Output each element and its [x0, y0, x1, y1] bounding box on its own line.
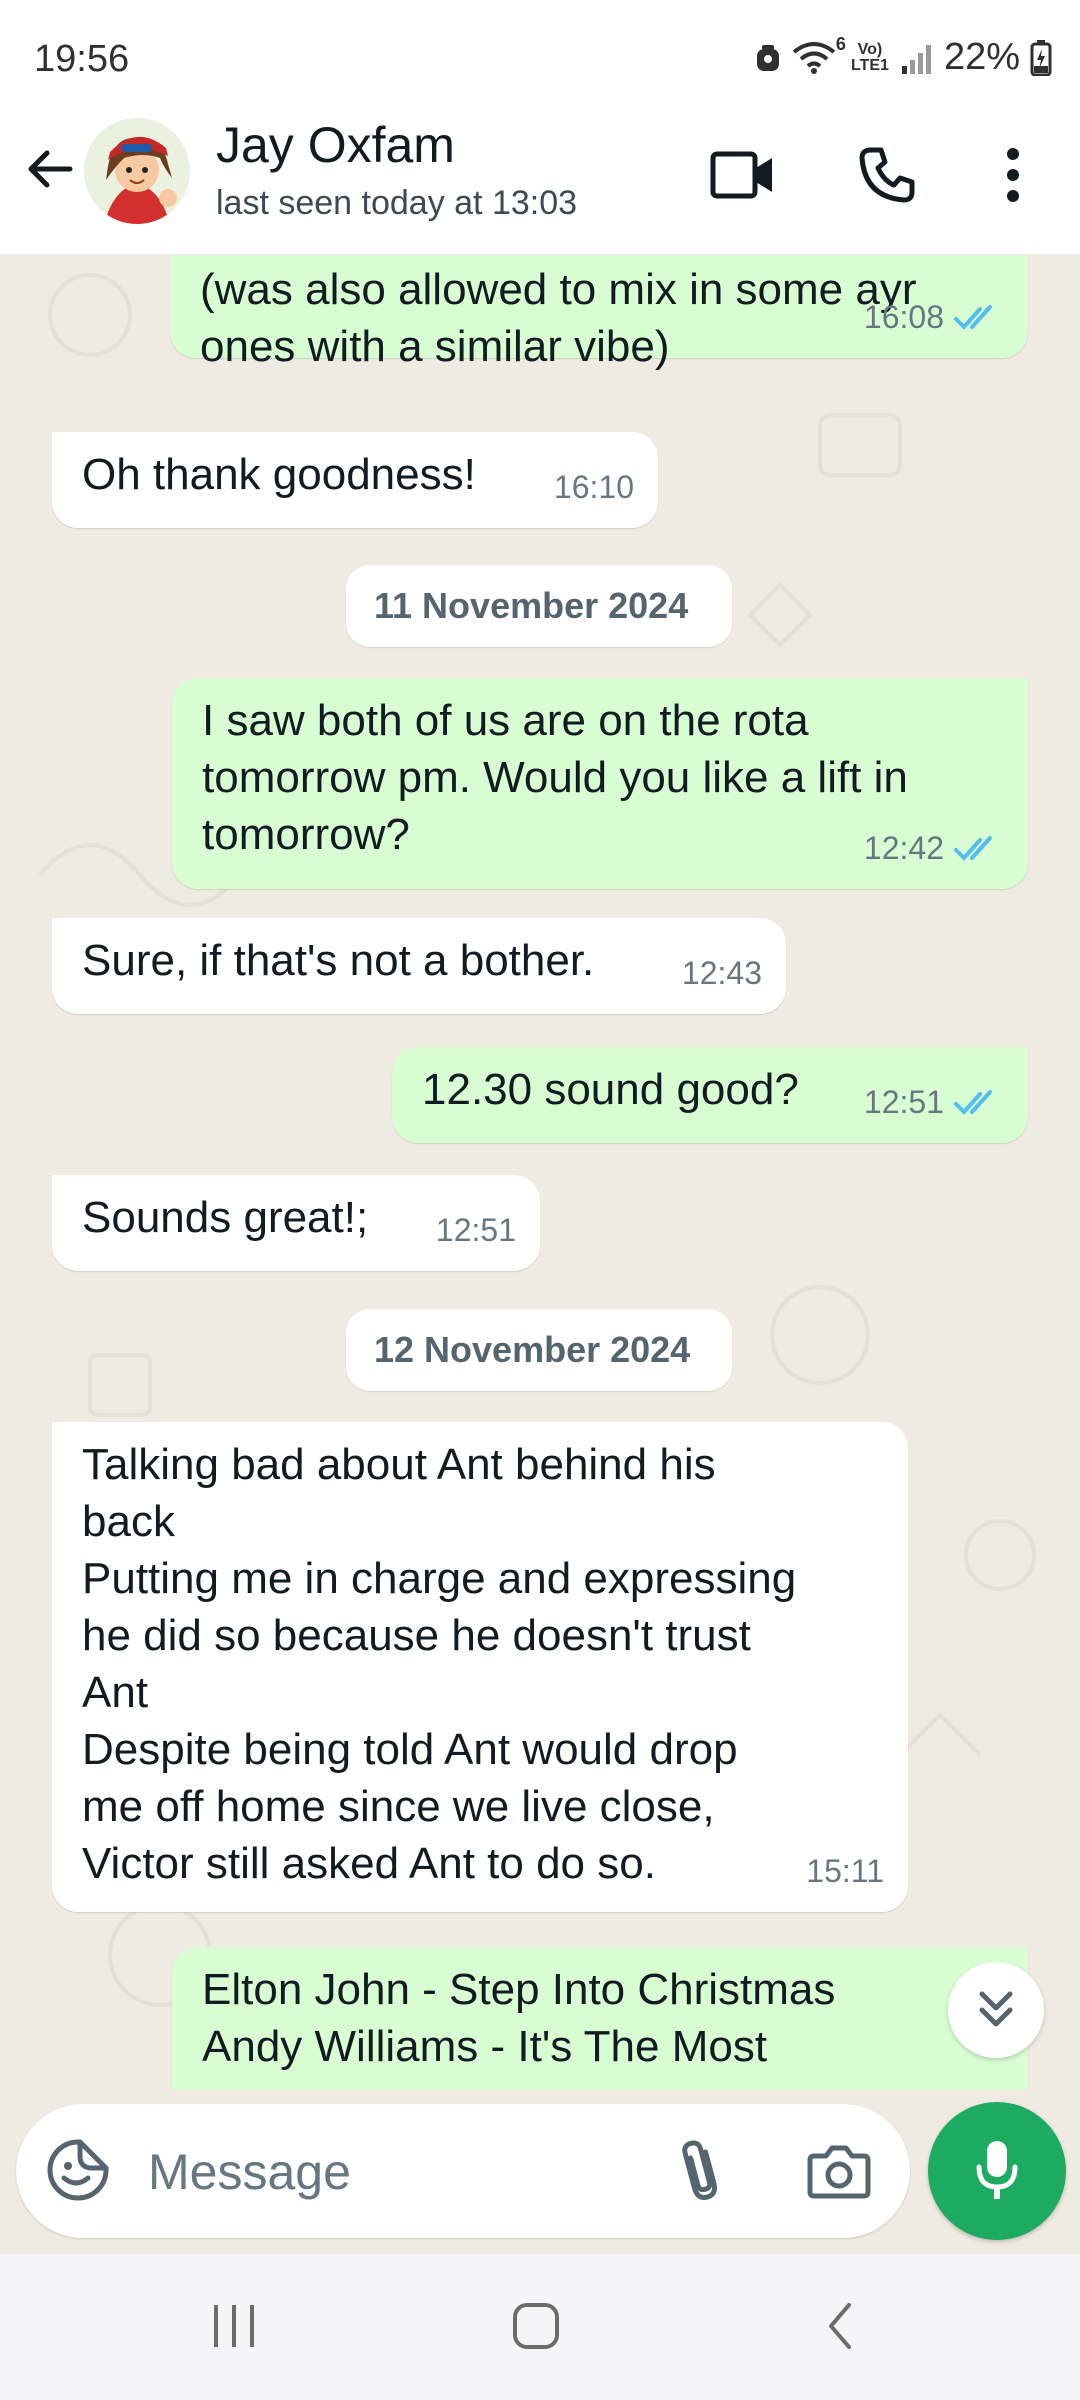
home-button[interactable] [496, 2292, 576, 2360]
date-divider-text: 12 November 2024 [374, 1329, 691, 1370]
chat-area[interactable]: (was also allowed to mix in some ayr one… [0, 255, 1080, 2253]
message-bubble-incoming[interactable]: Sounds great!; 12:51 [52, 1175, 540, 1271]
more-options-button[interactable] [978, 140, 1048, 210]
back-arrow-icon[interactable] [22, 142, 76, 196]
alarm-icon [756, 44, 779, 71]
message-meta: 12:43 [682, 945, 762, 1002]
message-meta: 16:10 [554, 459, 634, 516]
message-bubble-incoming[interactable]: Talking bad about Ant behind his back Pu… [52, 1422, 908, 1912]
message-text: Talking bad about Ant behind his back Pu… [82, 1440, 797, 1888]
camera-icon[interactable] [806, 2138, 872, 2202]
phone-icon [859, 147, 915, 203]
message-text: Oh thank goodness! [82, 450, 476, 499]
last-seen-status: last seen today at 13:03 [216, 184, 578, 222]
message-time: 16:10 [553, 469, 634, 505]
message-bubble-outgoing[interactable]: I saw both of us are on the rota tomorro… [172, 678, 1028, 889]
microphone-icon [976, 2141, 1018, 2199]
message-time: 12:43 [681, 955, 762, 991]
status-time: 19:56 [34, 38, 130, 80]
avatar-cartoon-image [84, 118, 190, 224]
contact-name[interactable]: Jay Oxfam [216, 116, 455, 174]
voice-call-button[interactable] [852, 140, 922, 210]
recent-apps-icon [214, 2305, 254, 2347]
double-chevron-down-icon [979, 1991, 1013, 2027]
message-time: 12:51 [435, 1212, 516, 1248]
message-bubble-incoming[interactable]: Oh thank goodness! 16:10 [52, 432, 658, 528]
status-bar: 19:56 6 Vo) LTE1 22% [0, 0, 1080, 118]
video-call-button[interactable] [708, 140, 778, 210]
battery-percent: 22% [943, 36, 1020, 78]
date-divider: 11 November 2024 [346, 565, 732, 647]
battery-charging-icon [1030, 39, 1052, 76]
message-bubble-outgoing[interactable]: (was also allowed to mix in some ayr one… [170, 255, 1028, 371]
wifi-label: 6 [835, 33, 846, 54]
wifi-icon: 6 [792, 34, 846, 76]
message-bubble-outgoing[interactable]: 12.30 sound good? 12:51 [392, 1047, 1028, 1143]
avatar[interactable] [84, 118, 190, 224]
double-check-read-icon [954, 1089, 992, 1115]
double-check-read-icon [954, 304, 992, 330]
recent-apps-button[interactable] [194, 2292, 274, 2360]
message-meta: 12:51 [864, 1074, 1004, 1131]
back-chevron-icon [829, 2303, 851, 2349]
message-text: Elton John - Step Into Christmas Andy Wi… [202, 1965, 836, 2071]
date-divider: 12 November 2024 [346, 1309, 732, 1391]
status-icons: 6 Vo) LTE1 22% [754, 34, 1052, 79]
message-time: 12:42 [863, 830, 944, 866]
more-options-icon [1007, 148, 1019, 202]
message-bubble-incoming[interactable]: Sure, if that's not a bother. 12:43 [52, 918, 786, 1014]
network-label: Vo) LTE1 [850, 40, 889, 74]
signal-icon [901, 44, 931, 74]
message-meta: 15:11 [806, 1843, 884, 1900]
home-icon [513, 2303, 559, 2349]
voice-message-button[interactable] [928, 2102, 1066, 2240]
message-input[interactable] [146, 2136, 650, 2208]
message-meta: 12:42 [864, 820, 1004, 877]
message-text: Sure, if that's not a bother. [82, 936, 595, 985]
date-divider-text: 11 November 2024 [374, 585, 689, 626]
double-check-read-icon [954, 835, 992, 861]
scroll-to-bottom-button[interactable] [948, 1962, 1044, 2058]
message-meta: 12:51 [436, 1202, 516, 1259]
back-button[interactable] [800, 2292, 880, 2360]
message-time: 16:08 [863, 299, 944, 335]
message-time: 12:51 [863, 1084, 944, 1120]
video-call-icon [710, 151, 772, 199]
message-meta: 16:08 [864, 289, 1004, 346]
message-time: 15:11 [806, 1853, 884, 1889]
attach-paperclip-icon[interactable] [668, 2136, 732, 2204]
sticker-emoji-icon[interactable] [46, 2138, 110, 2202]
